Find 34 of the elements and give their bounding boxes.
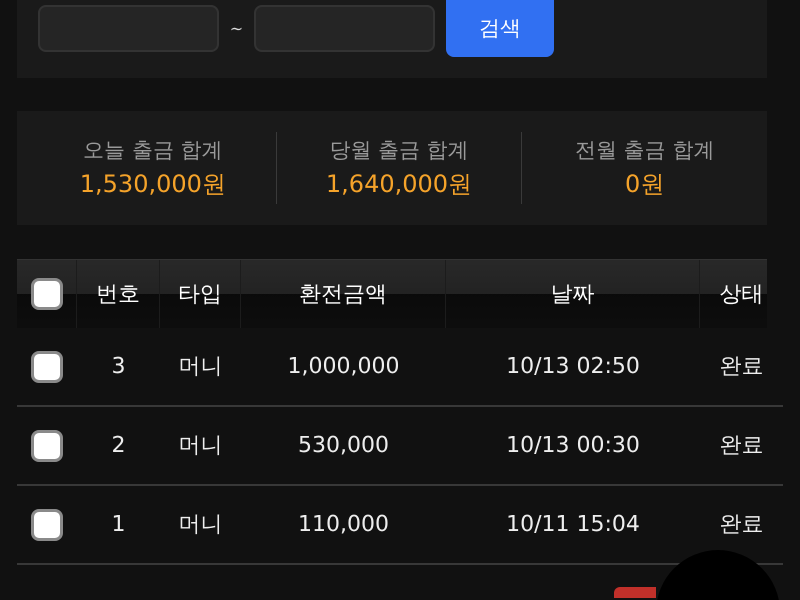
column-header: 환전금액 [299,280,387,308]
table-cell-text: 110,000 [298,511,389,539]
table-cell-text: 머니 [178,353,222,381]
table-cell-text: 1 [112,511,126,539]
select-all-checkbox[interactable] [30,278,62,310]
summary-label: 오늘 출금 합계 [83,137,222,163]
date-input-field[interactable] [254,5,435,52]
column-header: 타입 [178,280,222,308]
table-cell-text: 10/13 02:50 [506,353,640,381]
table-cell-text: 완료 [720,353,764,381]
column-header: 날짜 [550,280,594,308]
summary-label: 전월 출금 합계 [574,137,714,163]
column-header: 번호 [96,280,140,308]
table-cell-text: 완료 [720,511,764,539]
table-cell-text: 2 [112,432,126,460]
date-input-field[interactable] [38,5,219,52]
summary-value: 1,640,000원 [326,169,472,199]
summary-label: 당월 출금 합계 [329,137,469,163]
table-cell-text: 530,000 [298,432,389,460]
table-cell-text: 머니 [178,511,222,539]
summary-value: 0원 [625,169,664,199]
table-cell-text: 1,000,000 [288,353,400,381]
row-checkbox[interactable] [31,508,63,540]
table-cell-text: 머니 [178,432,222,460]
table-cell-text: 3 [112,353,126,381]
table-cell-text: 완료 [720,432,764,460]
row-checkbox[interactable] [31,430,63,462]
summary-value: 1,530,000원 [80,169,226,199]
table-cell-text: 10/11 15:04 [506,511,640,539]
row-checkbox[interactable] [31,350,63,382]
range-separator: ~ [230,18,244,40]
column-header: 상태 [720,280,764,308]
search-button[interactable]: 검색 [446,0,554,57]
table-cell-text: 10/13 00:30 [506,432,640,460]
